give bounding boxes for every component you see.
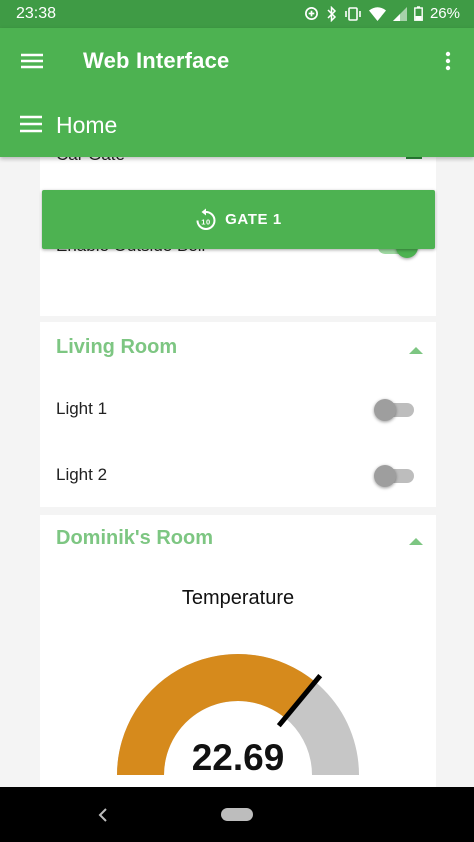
- temperature-value: 22.69: [191, 737, 285, 778]
- status-time: 23:38: [16, 5, 57, 22]
- car-gate-indicator[interactable]: [406, 157, 422, 159]
- collapse-living-room-icon[interactable]: [406, 342, 426, 358]
- more-vert-icon: [445, 51, 451, 71]
- menu-button[interactable]: [14, 46, 50, 76]
- vibrate-icon: [345, 6, 361, 21]
- gate-1-label: GATE 1: [225, 211, 282, 228]
- light-1-label: Light 1: [56, 399, 108, 418]
- light-2-label: Light 2: [56, 465, 108, 484]
- battery-percent: 26%: [429, 5, 460, 22]
- page-title: Home: [56, 112, 118, 138]
- home-button[interactable]: [221, 808, 253, 821]
- toggle-thumb: [374, 399, 396, 421]
- hamburger-icon: [21, 53, 43, 69]
- status-icons: 26%: [304, 5, 460, 22]
- replay-10-icon: 10: [196, 208, 216, 230]
- bluetooth-icon: [327, 5, 337, 22]
- back-chevron-icon: [98, 808, 107, 822]
- living-room-card: Living Room Light 1 Light 2: [40, 322, 436, 507]
- car-gate-row: Car Gate: [40, 157, 436, 189]
- dominiks-room-card: Dominik's Room Temperature 22.69: [40, 515, 436, 787]
- car-gate-label: Car Gate: [56, 157, 125, 165]
- signal-icon: [392, 6, 407, 21]
- back-button[interactable]: [92, 802, 114, 828]
- light-1-toggle[interactable]: [374, 396, 416, 424]
- app-title: Web Interface: [83, 48, 230, 73]
- svg-text:10: 10: [201, 217, 211, 226]
- status-bar: 23:38 26%: [0, 0, 474, 28]
- temperature-gauge-title: Temperature: [181, 587, 295, 609]
- data-saver-icon: [305, 7, 318, 20]
- light-2-row[interactable]: Light 2: [40, 443, 436, 507]
- light-1-row[interactable]: Light 1: [40, 377, 436, 443]
- battery-icon: [414, 6, 423, 21]
- light-2-toggle[interactable]: [374, 462, 416, 490]
- toggle-thumb: [374, 465, 396, 487]
- hamburger-icon: [20, 115, 42, 133]
- collapse-dominiks-room-icon[interactable]: [406, 533, 426, 549]
- living-room-title: Living Room: [56, 336, 178, 358]
- page-menu-button[interactable]: [16, 112, 46, 136]
- dominiks-room-title: Dominik's Room: [56, 527, 213, 549]
- gate-1-button[interactable]: 10 GATE 1: [42, 190, 435, 249]
- wifi-icon: [368, 6, 386, 21]
- main-content[interactable]: Car Gate Enable Outside Bell 10 GATE 1 L…: [0, 157, 474, 787]
- more-options-button[interactable]: [436, 46, 460, 76]
- app-bar: Web Interface Home: [0, 28, 474, 157]
